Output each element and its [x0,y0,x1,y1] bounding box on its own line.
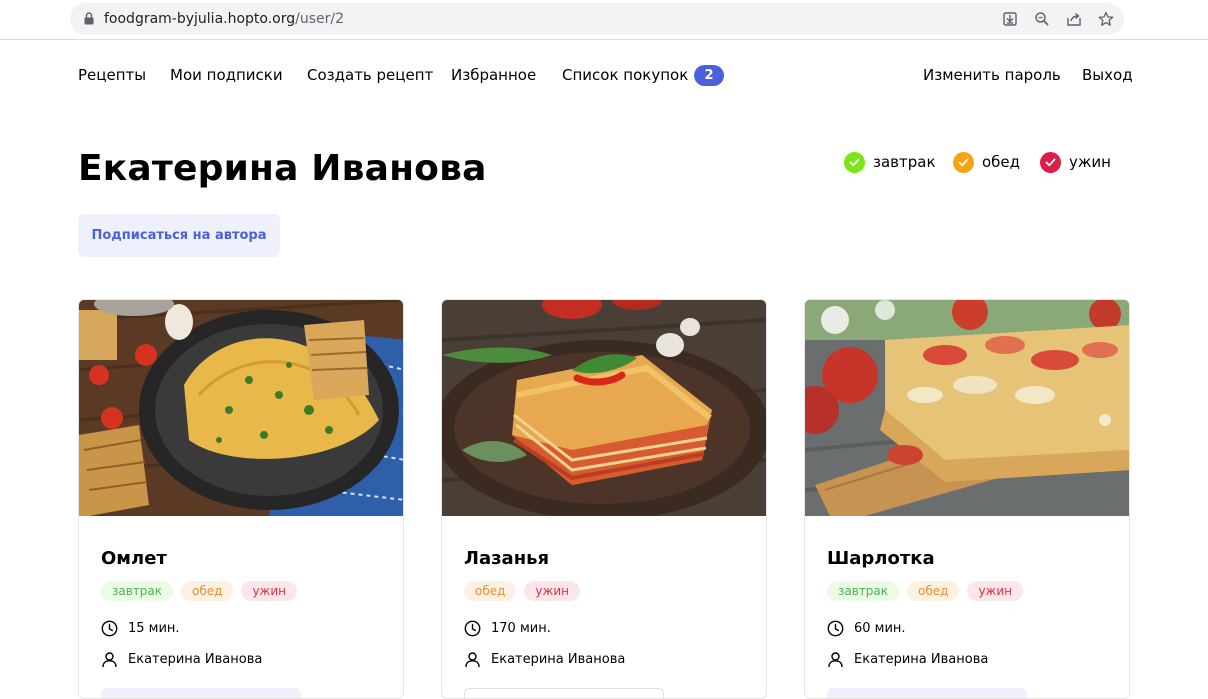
nav-favorites[interactable]: Избранное [451,66,536,84]
address-bar[interactable]: foodgram-byjulia.hopto.org/user/2 [70,3,1124,35]
recipe-title[interactable]: Омлет [101,548,167,569]
recipe-time-text: 60 мин. [854,621,906,636]
clock-icon [101,620,118,637]
download-icon[interactable] [1002,11,1018,27]
url-path: /user/2 [295,11,345,27]
recipe-time-text: 170 мин. [491,621,551,636]
filter-label: завтрак [873,153,936,171]
subscribe-button[interactable]: Подписаться на автора [78,214,280,257]
url-text: foodgram-byjulia.hopto.org/user/2 [104,11,344,27]
check-icon [1040,152,1061,173]
recipe-tags: завтрак обед ужин [827,580,1031,601]
user-icon [465,652,480,668]
lock-icon [84,12,94,25]
recipe-photo[interactable] [442,300,767,516]
filter-label: обед [982,153,1021,171]
recipe-card: Шарлотка завтрак обед ужин 60 мин. Екатери… [804,299,1130,699]
add-to-shopping-button[interactable] [464,688,664,698]
user-icon [102,652,117,668]
filter-label: ужин [1069,153,1111,171]
zoom-icon[interactable] [1034,11,1050,27]
tag-dinner: ужин [241,581,297,601]
tag-breakfast: завтрак [827,581,900,601]
nav-change-password[interactable]: Изменить пароль [923,66,1061,84]
tag-lunch: обед [181,581,234,601]
tag-dinner: ужин [967,581,1023,601]
recipe-photo[interactable] [79,300,404,516]
check-icon [844,152,865,173]
share-icon[interactable] [1066,11,1082,27]
tag-lunch: обед [464,581,517,601]
nav-create-recipe[interactable]: Создать рецепт [307,66,433,84]
nav-subscriptions[interactable]: Мои подписки [170,66,283,84]
browser-toolbar: foodgram-byjulia.hopto.org/user/2 [0,0,1208,40]
tag-breakfast: завтрак [101,581,174,601]
add-to-shopping-button[interactable] [101,688,301,698]
tag-lunch: обед [907,581,960,601]
check-icon [953,152,974,173]
clock-icon [827,620,844,637]
nav-shopping-list[interactable]: Список покупок [562,66,688,84]
star-icon[interactable] [1098,11,1114,27]
recipe-photo[interactable] [805,300,1130,516]
recipe-author-text[interactable]: Екатерина Иванова [491,652,625,667]
nav-recipes[interactable]: Рецепты [78,66,146,84]
recipe-card: Омлет завтрак обед ужин 15 мин. Екатерина … [78,299,404,699]
tag-dinner: ужин [524,581,580,601]
recipe-card: Лазанья обед ужин 170 мин. Екатерина Иван… [441,299,767,699]
user-icon [828,652,843,668]
recipe-title[interactable]: Шарлотка [827,548,935,569]
clock-icon [464,620,481,637]
recipe-tags: обед ужин [464,580,588,601]
recipe-tags: завтрак обед ужин [101,580,305,601]
recipe-title[interactable]: Лазанья [464,548,549,569]
page-title: Екатерина Иванова [78,148,487,189]
add-to-shopping-button[interactable] [827,688,1027,698]
shopping-count-badge: 2 [694,65,724,86]
nav-logout[interactable]: Выход [1082,66,1133,84]
url-host: foodgram-byjulia.hopto.org [104,11,296,27]
recipe-author-text[interactable]: Екатерина Иванова [128,652,262,667]
recipe-author-text[interactable]: Екатерина Иванова [854,652,988,667]
recipe-time-text: 15 мин. [128,621,180,636]
